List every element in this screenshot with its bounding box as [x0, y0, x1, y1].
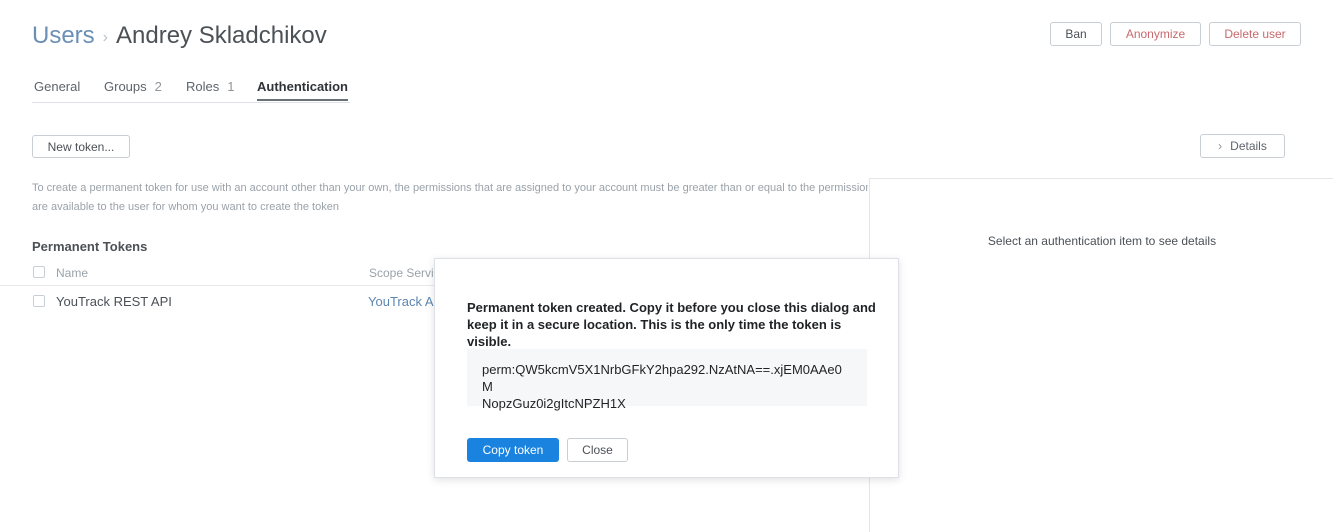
hint-line: are available to the user for whom you w…: [32, 201, 339, 213]
tab-count: 1: [227, 79, 235, 94]
column-header-name: Name: [56, 266, 89, 280]
row-checkbox[interactable]: [33, 295, 45, 307]
hint-line: To create a permanent token for use with…: [32, 182, 868, 194]
tab-groups[interactable]: Groups 2: [104, 79, 162, 94]
tab-label: Groups: [104, 79, 147, 94]
dialog-message: Permanent token created. Copy it before …: [467, 300, 876, 349]
token-created-dialog: Permanent token created. Copy it before …: [434, 258, 899, 478]
breadcrumb: Users › Andrey Skladchikov: [32, 20, 327, 52]
details-empty-text: Select an authentication item to see det…: [987, 234, 1217, 248]
tab-roles[interactable]: Roles 1: [186, 79, 234, 94]
select-all-checkbox[interactable]: [33, 266, 45, 278]
section-title: Permanent Tokens: [32, 239, 148, 254]
ban-button[interactable]: Ban: [1050, 22, 1102, 46]
tab-authentication[interactable]: Authentication: [257, 79, 348, 94]
tab-general[interactable]: General: [34, 79, 80, 94]
tabs: General Groups 2 Roles 1 Authentication: [32, 76, 350, 103]
delete-user-button[interactable]: Delete user: [1209, 22, 1301, 46]
page-title: Andrey Skladchikov: [116, 22, 327, 49]
token-name[interactable]: YouTrack REST API: [56, 294, 172, 309]
active-tab-indicator: [257, 99, 348, 101]
token-value[interactable]: perm:QW5kcmV5X1NrbGFkY2hpa292.NzAtNA==.x…: [467, 349, 867, 411]
breadcrumb-users-link[interactable]: Users: [32, 22, 95, 50]
token-line: NopzGuz0i2gItcNPZH1X: [482, 396, 626, 411]
token-line: perm:QW5kcmV5X1NrbGFkY2hpa292.NzAtNA==.x…: [482, 362, 842, 394]
close-button[interactable]: Close: [567, 438, 628, 462]
details-button[interactable]: › Details: [1200, 134, 1285, 158]
tab-label: Authentication: [257, 79, 348, 94]
permission-hint: To create a permanent token for use with…: [32, 179, 868, 217]
details-panel: Select an authentication item to see det…: [869, 178, 1333, 532]
tab-label: Roles: [186, 79, 220, 94]
tab-count: 2: [154, 79, 162, 94]
anonymize-button[interactable]: Anonymize: [1110, 22, 1201, 46]
details-label: Details: [1230, 139, 1267, 153]
copy-token-button[interactable]: Copy token: [467, 438, 559, 462]
chevron-right-icon: ›: [1218, 139, 1223, 153]
tab-label: General: [34, 79, 81, 94]
new-token-button[interactable]: New token...: [32, 135, 130, 158]
breadcrumb-separator-icon: ›: [102, 29, 108, 46]
